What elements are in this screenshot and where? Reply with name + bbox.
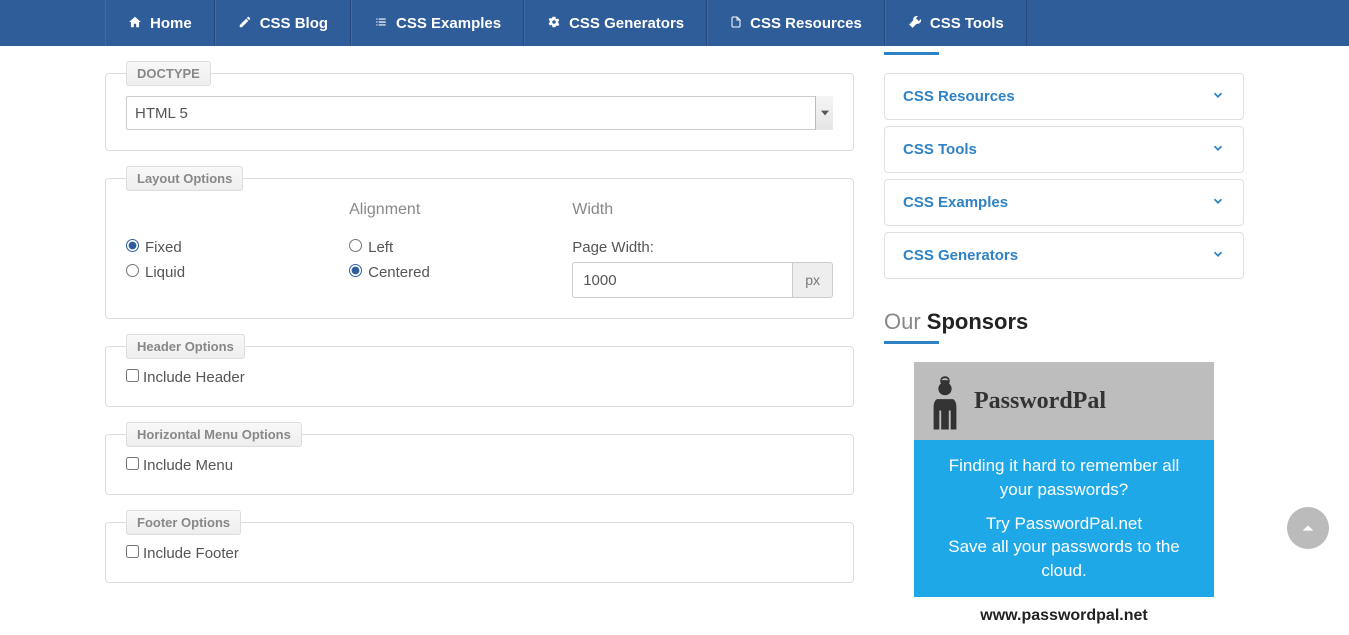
doctype-legend: DOCTYPE — [126, 61, 211, 86]
sponsor-ad[interactable]: PasswordPal Finding it hard to remember … — [914, 362, 1214, 635]
ad-brand: PasswordPal — [974, 388, 1106, 415]
ad-header: PasswordPal — [914, 362, 1214, 440]
scroll-to-top-button[interactable] — [1287, 507, 1329, 549]
nav-resources-label: CSS Resources — [750, 15, 862, 32]
menu-legend: Horizontal Menu Options — [126, 422, 302, 447]
nav-blog-label: CSS Blog — [260, 15, 328, 32]
radio-left[interactable]: Left — [349, 239, 393, 256]
radio-fixed[interactable]: Fixed — [126, 239, 182, 256]
menu-fieldset: Horizontal Menu Options Include Menu — [105, 422, 854, 495]
main-navbar: Home CSS Blog CSS Examples CSS Generator… — [0, 0, 1349, 46]
nav-home[interactable]: Home — [105, 0, 215, 46]
home-icon — [128, 15, 142, 32]
file-icon — [730, 15, 742, 32]
nav-resources[interactable]: CSS Resources — [707, 0, 885, 46]
footer-fieldset: Footer Options Include Footer — [105, 510, 854, 583]
doctype-fieldset: DOCTYPE HTML 5 — [105, 61, 854, 151]
person-silhouette-icon — [926, 372, 964, 430]
pencil-icon — [238, 15, 252, 32]
page-width-input[interactable] — [572, 262, 793, 298]
footer-legend: Footer Options — [126, 510, 241, 535]
nav-examples-label: CSS Examples — [396, 15, 501, 32]
sponsors-title: Our Sponsors — [884, 309, 1244, 335]
doctype-select[interactable]: HTML 5 — [126, 96, 833, 130]
chevron-down-icon — [1211, 141, 1225, 158]
main-form-area: DOCTYPE HTML 5 Layout Options Fixed Liqu… — [105, 46, 854, 635]
nav-blog[interactable]: CSS Blog — [215, 0, 351, 46]
chevron-down-icon — [1211, 88, 1225, 105]
prev-title-underline — [884, 52, 939, 55]
chevron-down-icon — [1211, 194, 1225, 211]
layout-fieldset: Layout Options Fixed Liquid Alignment Le… — [105, 166, 854, 319]
chevron-up-icon — [1300, 520, 1316, 536]
layout-legend: Layout Options — [126, 166, 243, 191]
include-footer-checkbox[interactable]: Include Footer — [126, 545, 239, 562]
accordion-examples[interactable]: CSS Examples — [884, 179, 1244, 226]
radio-liquid[interactable]: Liquid — [126, 264, 185, 281]
nav-home-label: Home — [150, 15, 192, 32]
nav-tools-label: CSS Tools — [930, 15, 1004, 32]
layout-type-heading — [126, 201, 329, 221]
header-fieldset: Header Options Include Header — [105, 334, 854, 407]
list-icon — [374, 15, 388, 32]
ad-url: www.passwordpal.net — [914, 597, 1214, 635]
nav-generators-label: CSS Generators — [569, 15, 684, 32]
gear-icon — [547, 15, 561, 32]
header-legend: Header Options — [126, 334, 245, 359]
include-menu-checkbox[interactable]: Include Menu — [126, 457, 233, 474]
page-width-label: Page Width: — [572, 239, 833, 256]
sidebar: CSS Resources CSS Tools CSS Examples CSS… — [884, 46, 1244, 635]
sponsors-underline — [884, 341, 939, 344]
accordion-tools[interactable]: CSS Tools — [884, 126, 1244, 173]
accordion-resources[interactable]: CSS Resources — [884, 73, 1244, 120]
nav-generators[interactable]: CSS Generators — [524, 0, 707, 46]
alignment-heading: Alignment — [349, 201, 552, 221]
accordion-generators[interactable]: CSS Generators — [884, 232, 1244, 279]
include-header-checkbox[interactable]: Include Header — [126, 369, 245, 386]
nav-examples[interactable]: CSS Examples — [351, 0, 524, 46]
radio-centered[interactable]: Centered — [349, 264, 430, 281]
width-heading: Width — [572, 201, 833, 221]
nav-tools[interactable]: CSS Tools — [885, 0, 1027, 46]
page-width-unit: px — [793, 262, 833, 298]
chevron-down-icon — [1211, 247, 1225, 264]
ad-body: Finding it hard to remember all your pas… — [914, 440, 1214, 597]
wrench-icon — [908, 15, 922, 32]
